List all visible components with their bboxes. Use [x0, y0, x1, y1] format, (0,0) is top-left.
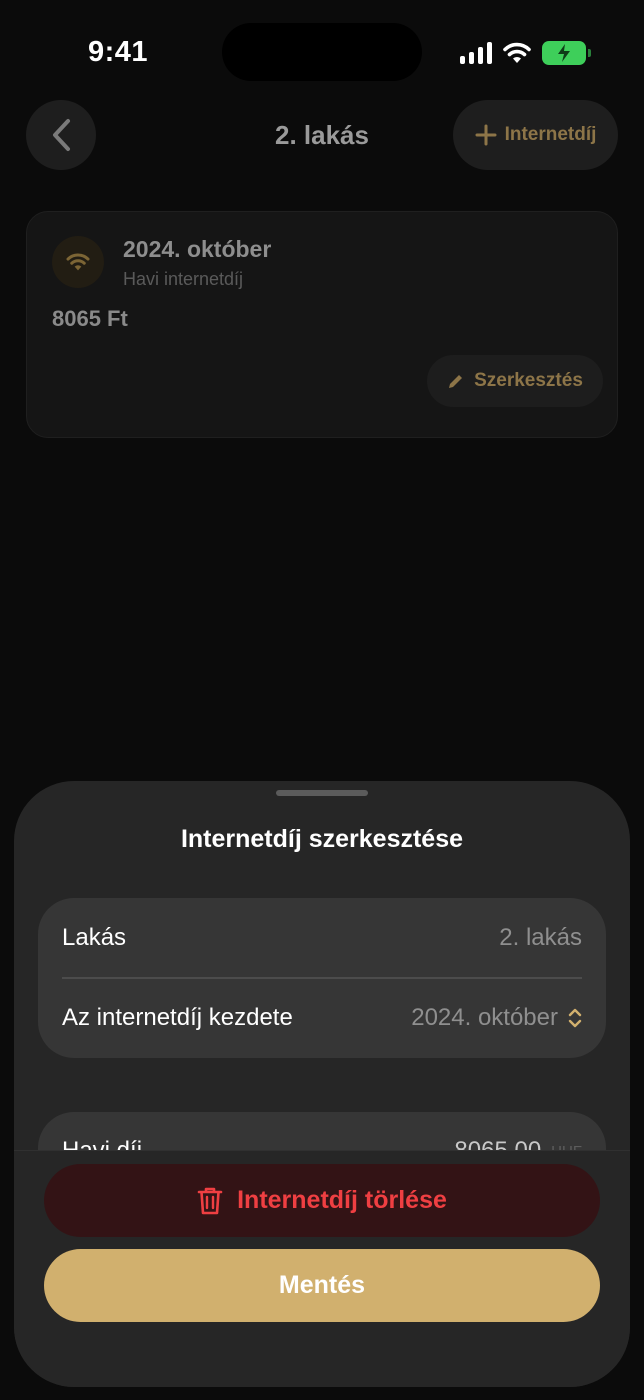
delete-label: Internetdíj törlése: [237, 1186, 447, 1214]
status-time: 9:41: [88, 36, 149, 68]
internet-fee-card: 2024. október Havi internetdíj 8065 Ft S…: [26, 211, 618, 438]
sheet-actions: Internetdíj törlése Mentés: [14, 1150, 630, 1387]
card-subtitle: Havi internetdíj: [123, 269, 244, 289]
chevron-left-icon: [53, 119, 70, 151]
apartment-row: Lakás 2. lakás: [62, 898, 582, 978]
start-month-picker[interactable]: 2024. október: [411, 1004, 582, 1032]
wifi-icon: [503, 42, 531, 63]
delete-internet-fee-button[interactable]: Internetdíj törlése: [44, 1164, 600, 1237]
card-amount: 8065 Ft: [52, 306, 128, 331]
save-button[interactable]: Mentés: [44, 1249, 600, 1322]
add-internet-fee-label: Internetdíj: [504, 124, 597, 145]
card-title: 2024. október: [123, 236, 272, 262]
plus-icon: [475, 124, 497, 146]
start-month-label: Az internetdíj kezdete: [62, 1004, 293, 1031]
apartment-value: 2. lakás: [499, 924, 582, 951]
trash-icon: [197, 1187, 223, 1214]
start-month-value: 2024. október: [411, 1004, 558, 1031]
status-icons: [460, 38, 591, 68]
pencil-icon: [449, 375, 463, 388]
save-label: Mentés: [278, 1271, 366, 1299]
back-button[interactable]: [26, 100, 96, 170]
start-month-row[interactable]: Az internetdíj kezdete 2024. október: [62, 978, 582, 1058]
wifi-icon: [66, 253, 90, 271]
edit-button[interactable]: Szerkesztés: [427, 355, 603, 407]
edit-bottom-sheet: Internetdíj szerkesztése Lakás 2. lakás …: [14, 781, 630, 1387]
edit-label: Szerkesztés: [474, 370, 583, 391]
battery-charging-icon: [542, 41, 591, 65]
sheet-title: Internetdíj szerkesztése: [180, 825, 464, 853]
dynamic-island: [222, 23, 422, 81]
chevron-up-down-icon: [568, 1008, 582, 1028]
page-title: 2. lakás: [275, 120, 369, 150]
card-icon-badge: [52, 236, 104, 288]
add-internet-fee-button[interactable]: Internetdíj: [453, 100, 618, 170]
form-group-apartment-start: Lakás 2. lakás Az internetdíj kezdete 20…: [38, 898, 606, 1058]
status-bar: 9:41: [0, 0, 644, 100]
apartment-label: Lakás: [62, 924, 127, 951]
sheet-grabber[interactable]: [276, 790, 368, 796]
cellular-signal-icon: [460, 42, 492, 64]
